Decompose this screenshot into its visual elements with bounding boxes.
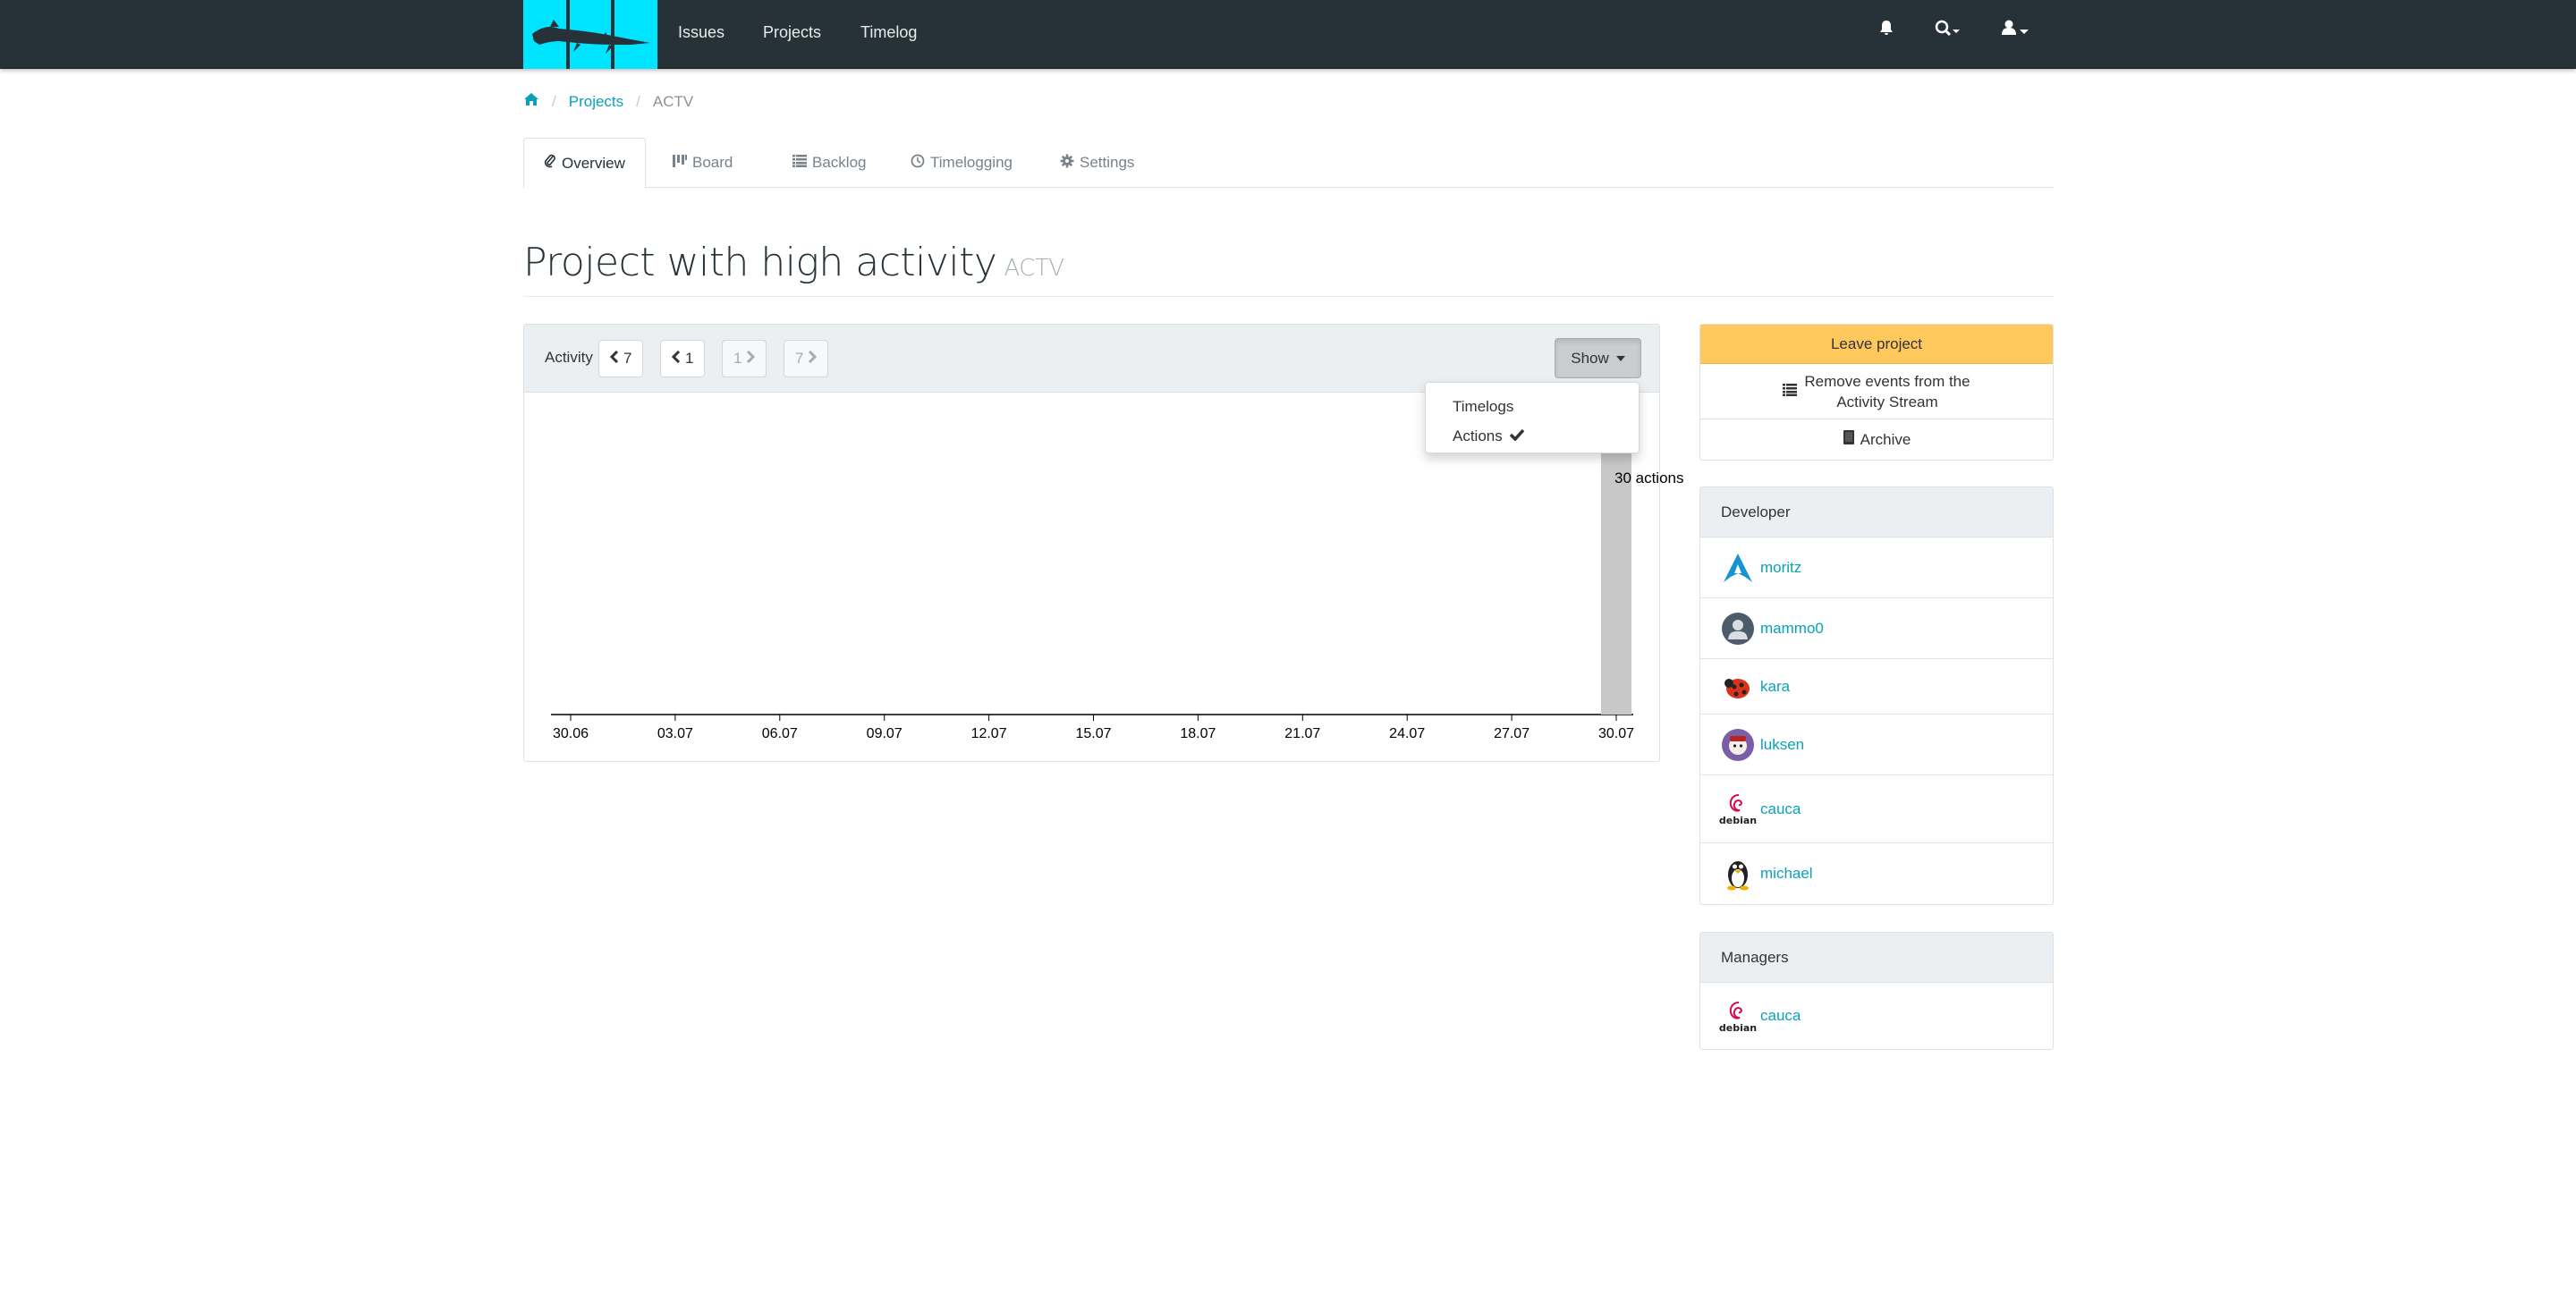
list-icon — [1783, 381, 1798, 402]
x-tick-label: 30.06 — [553, 726, 589, 741]
tab-settings[interactable]: Settings — [1040, 138, 1154, 188]
back-7-button[interactable]: 7 — [598, 340, 644, 377]
x-tick-label: 21.07 — [1284, 726, 1320, 741]
nav-timelog[interactable]: Timelog — [860, 23, 917, 42]
debian-avatar-icon: debian — [1719, 788, 1757, 831]
user-menu-icon[interactable] — [2002, 20, 2032, 43]
project-actions: Leave project Remove events from the Acti… — [1699, 324, 2054, 461]
chevron-left-icon — [609, 350, 619, 368]
dropdown-item-actions[interactable]: Actions — [1426, 421, 1639, 451]
lizard-logo-icon — [532, 0, 650, 69]
member-link-luksen[interactable]: luksen — [1760, 736, 1804, 754]
tab-overview[interactable]: Overview — [523, 138, 646, 189]
member-link-moritz[interactable]: moritz — [1760, 559, 1801, 577]
show-dropdown-menu: Timelogs Actions — [1425, 382, 1640, 453]
member-link-kara[interactable]: kara — [1760, 678, 1790, 696]
member-row: luksen — [1700, 715, 2053, 775]
clock-icon — [911, 154, 925, 173]
managers-panel: Managers debian cauca — [1699, 932, 2054, 1050]
remove-events-button[interactable]: Remove events from the Activity Stream — [1700, 364, 2053, 419]
member-row: michael — [1700, 843, 2053, 904]
manager-link-cauca[interactable]: cauca — [1760, 1007, 1801, 1025]
nav-issues[interactable]: Issues — [678, 23, 724, 42]
paperclip-icon — [544, 154, 556, 173]
arch-linux-avatar-icon — [1721, 551, 1755, 585]
ladybug-avatar-icon — [1721, 670, 1755, 704]
show-dropdown-button[interactable]: Show — [1555, 338, 1641, 378]
breadcrumb-current: ACTV — [652, 92, 694, 110]
chevron-right-icon — [808, 350, 818, 368]
developers-heading: Developer — [1700, 487, 2053, 537]
dropdown-item-timelogs[interactable]: Timelogs — [1426, 392, 1639, 421]
x-tick-label: 06.07 — [762, 726, 798, 741]
title-divider — [523, 296, 2054, 297]
tab-board[interactable]: Board — [653, 138, 752, 188]
member-link-michael[interactable]: michael — [1760, 865, 1813, 883]
member-row: moritz — [1700, 537, 2053, 598]
developers-panel: Developer moritz mammo0 kara luksen debi… — [1699, 487, 2054, 905]
caret-down-icon — [1615, 355, 1625, 361]
forward-7-button[interactable]: 7 — [784, 340, 829, 377]
member-row: debian cauca — [1700, 775, 2053, 843]
member-row: kara — [1700, 659, 2053, 715]
member-link-cauca[interactable]: cauca — [1760, 800, 1801, 818]
check-icon — [1509, 427, 1525, 445]
top-navbar: Issues Projects Timelog — [0, 0, 2576, 69]
x-tick-label: 30.07 — [1598, 726, 1634, 741]
back-1-button[interactable]: 1 — [660, 340, 706, 377]
bar-data-label: 30 actions — [1614, 470, 1684, 487]
nav-projects[interactable]: Projects — [763, 23, 821, 42]
x-tick-label: 12.07 — [971, 726, 1007, 741]
chevron-left-icon — [671, 350, 681, 368]
project-key: ACTV — [1004, 255, 1064, 282]
managers-heading: Managers — [1700, 933, 2053, 983]
breadcrumb-projects[interactable]: Projects — [569, 93, 623, 111]
x-tick-label: 27.07 — [1494, 726, 1530, 741]
chevron-right-icon — [746, 350, 756, 368]
page-title: Project with high activity ACTV — [523, 240, 1064, 285]
x-tick-label: 03.07 — [657, 726, 693, 741]
default-user-avatar-icon — [1721, 612, 1755, 646]
gear-icon — [1060, 154, 1074, 173]
cartoon-avatar-icon — [1721, 728, 1755, 762]
member-row: debian cauca — [1700, 983, 2053, 1049]
member-row: mammo0 — [1700, 598, 2053, 659]
x-tick-label: 24.07 — [1389, 726, 1425, 741]
x-tick-label: 09.07 — [867, 726, 902, 741]
forward-1-button[interactable]: 1 — [722, 340, 767, 377]
board-icon — [673, 154, 687, 172]
project-tabs: Overview Board Backlog Timelogging Setti… — [523, 138, 2054, 189]
x-tick-label: 15.07 — [1075, 726, 1111, 741]
home-icon[interactable] — [523, 92, 539, 111]
debian-avatar-icon: debian — [1719, 994, 1757, 1037]
breadcrumb: / Projects / ACTV — [523, 92, 693, 111]
member-link-mammo0[interactable]: mammo0 — [1760, 620, 1824, 638]
archive-button[interactable]: Archive — [1700, 419, 2053, 460]
tab-backlog[interactable]: Backlog — [773, 138, 886, 188]
x-tick-label: 18.07 — [1180, 726, 1216, 741]
list-icon — [792, 154, 807, 172]
app-logo[interactable] — [523, 0, 657, 69]
bell-icon[interactable] — [1879, 20, 1894, 41]
activity-label: Activity — [545, 349, 593, 366]
search-icon[interactable] — [1935, 20, 1962, 43]
book-icon — [1843, 430, 1855, 449]
tux-avatar-icon — [1721, 857, 1755, 891]
tab-timelogging[interactable]: Timelogging — [891, 138, 1032, 188]
leave-project-button[interactable]: Leave project — [1700, 325, 2053, 364]
